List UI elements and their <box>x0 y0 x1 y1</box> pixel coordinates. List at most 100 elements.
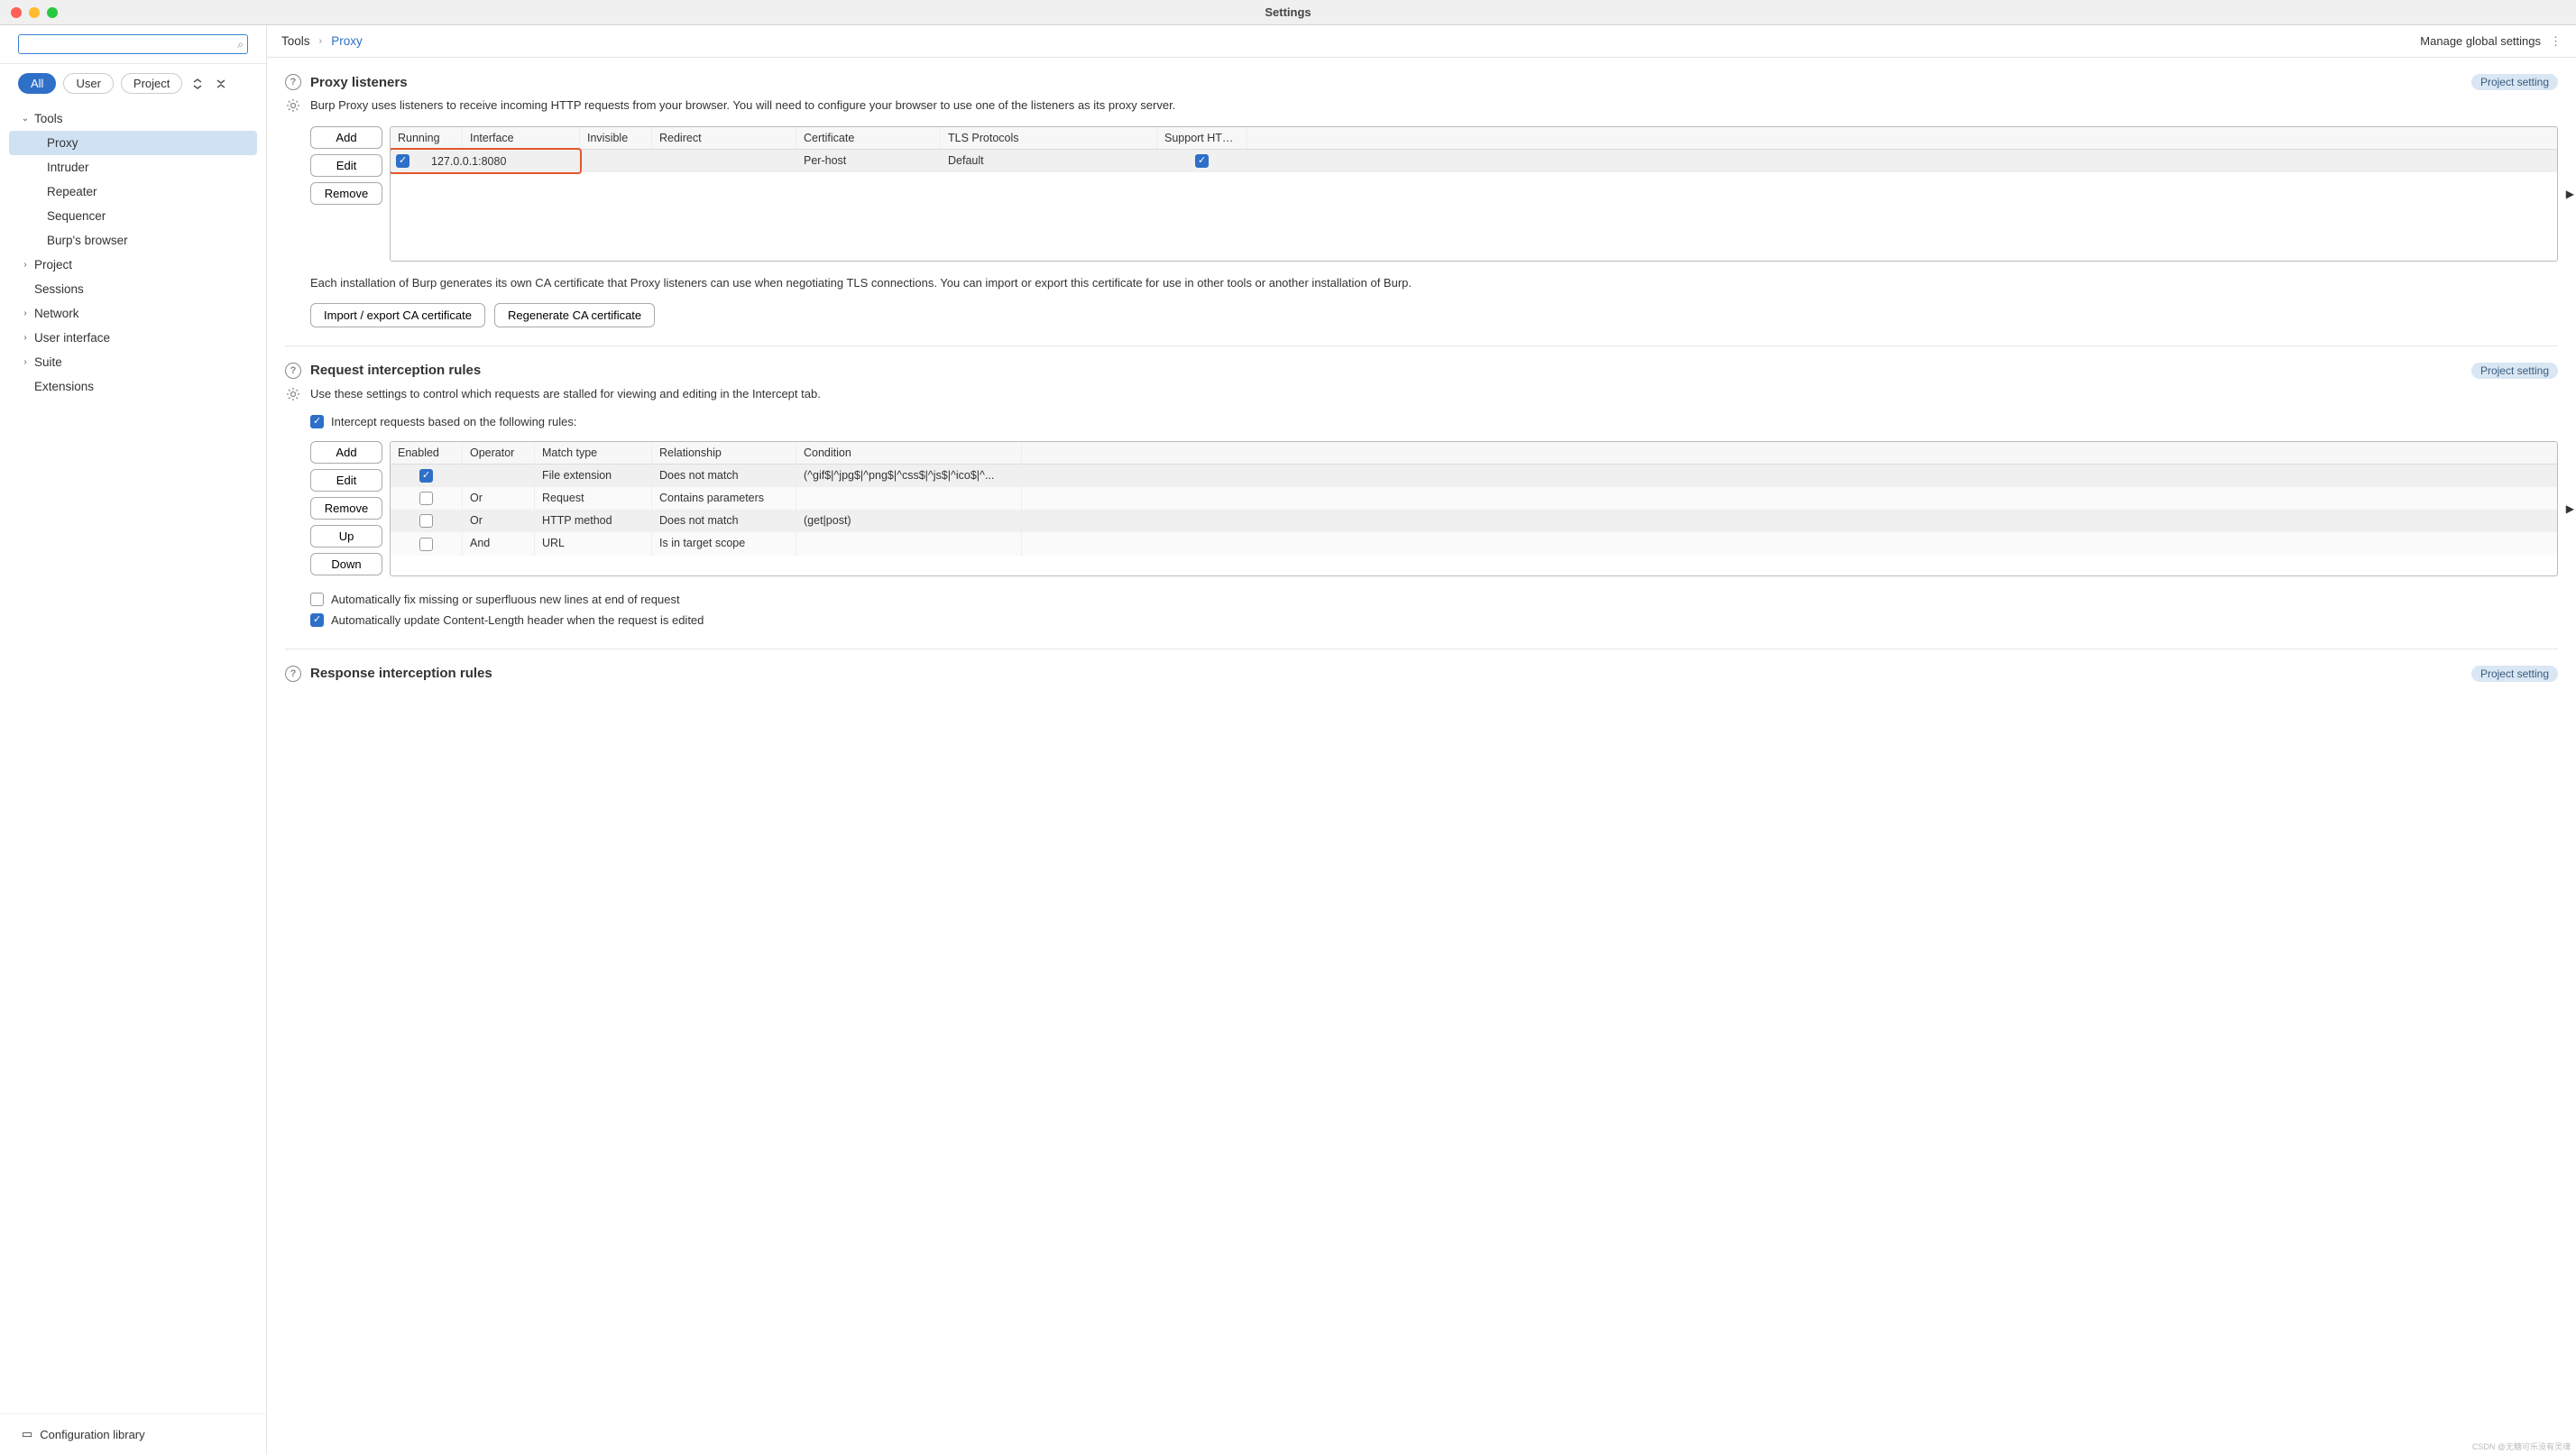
col-invisible[interactable]: Invisible <box>580 127 652 149</box>
rule-condition <box>796 487 1022 510</box>
auto-fix-newlines-checkbox[interactable] <box>310 593 324 606</box>
auto-content-length-checkbox[interactable] <box>310 613 324 627</box>
sidebar-item-network[interactable]: ›Network <box>0 301 266 326</box>
add-listener-button[interactable]: Add <box>310 126 382 149</box>
filter-all[interactable]: All <box>18 73 56 94</box>
rule-match: File extension <box>535 465 652 487</box>
sidebar-item-sessions[interactable]: Sessions <box>0 277 266 301</box>
rules-table[interactable]: Enabled Operator Match type Relationship… <box>390 441 2558 576</box>
setting-scope-badge: Project setting <box>2471 74 2558 90</box>
sidebar-item-burps-browser[interactable]: Burp's browser <box>0 228 266 253</box>
move-down-button[interactable]: Down <box>310 553 382 575</box>
rule-relationship: Is in target scope <box>652 532 796 555</box>
table-row[interactable]: 127.0.0.1:8080 Per-host Default <box>391 150 2557 172</box>
search-box[interactable]: ⌕ <box>18 34 248 54</box>
expand-table-icon[interactable]: ▶ <box>2566 502 2574 515</box>
rule-relationship: Contains parameters <box>652 487 796 510</box>
regenerate-ca-button[interactable]: Regenerate CA certificate <box>494 303 655 327</box>
rule-enabled-checkbox[interactable] <box>419 514 433 528</box>
running-checkbox[interactable] <box>396 154 409 168</box>
col-operator[interactable]: Operator <box>463 442 535 464</box>
breadcrumb-leaf[interactable]: Proxy <box>331 34 363 48</box>
sidebar: ⌕ All User Project ⌄Tools Proxy Intruder… <box>0 25 267 1454</box>
sidebar-item-label: Extensions <box>34 380 94 393</box>
section-request-interception: ? Request interception rules Project set… <box>285 346 2558 649</box>
rule-enabled-checkbox[interactable] <box>419 538 433 551</box>
sidebar-item-proxy[interactable]: Proxy <box>9 131 257 155</box>
col-interface[interactable]: Interface <box>463 127 580 149</box>
sidebar-item-tools[interactable]: ⌄Tools <box>0 106 266 131</box>
col-running[interactable]: Running <box>391 127 463 149</box>
help-icon[interactable]: ? <box>285 74 301 90</box>
rule-relationship: Does not match <box>652 465 796 487</box>
minimize-window[interactable] <box>29 7 40 18</box>
redirect-value <box>652 150 796 172</box>
sidebar-item-label: Network <box>34 307 79 320</box>
rule-match: HTTP method <box>535 510 652 532</box>
edit-rule-button[interactable]: Edit <box>310 469 382 492</box>
window-controls <box>0 7 58 18</box>
expand-all-icon[interactable] <box>189 76 206 92</box>
collapse-all-icon[interactable] <box>213 76 229 92</box>
search-input[interactable] <box>23 38 237 51</box>
sidebar-item-label: Repeater <box>47 185 97 198</box>
table-row[interactable]: Or Request Contains parameters <box>391 487 2557 510</box>
section-proxy-listeners: ? Proxy listeners Project setting Burp P… <box>285 58 2558 346</box>
expand-table-icon[interactable]: ▶ <box>2566 188 2574 200</box>
sidebar-item-label: Sessions <box>34 282 84 296</box>
col-condition[interactable]: Condition <box>796 442 1022 464</box>
table-row[interactable]: File extension Does not match (^gif$|^jp… <box>391 465 2557 487</box>
col-tls[interactable]: TLS Protocols <box>941 127 1157 149</box>
gear-icon[interactable] <box>285 386 301 402</box>
chevron-right-icon: › <box>319 36 323 47</box>
breadcrumb-root[interactable]: Tools <box>281 34 310 48</box>
sidebar-item-repeater[interactable]: Repeater <box>0 179 266 204</box>
sidebar-item-label: Project <box>34 258 72 271</box>
move-up-button[interactable]: Up <box>310 525 382 548</box>
col-enabled[interactable]: Enabled <box>391 442 463 464</box>
settings-tree: ⌄Tools Proxy Intruder Repeater Sequencer… <box>0 103 266 1410</box>
sidebar-item-ui[interactable]: ›User interface <box>0 326 266 350</box>
config-library-label: Configuration library <box>40 1428 144 1441</box>
table-row[interactable]: And URL Is in target scope <box>391 532 2557 555</box>
setting-scope-badge: Project setting <box>2471 363 2558 379</box>
sidebar-item-label: Sequencer <box>47 209 106 223</box>
breadcrumb: Tools › Proxy <box>281 34 363 48</box>
interface-value: 127.0.0.1:8080 <box>431 155 506 168</box>
manage-global-settings[interactable]: Manage global settings <box>2420 34 2541 48</box>
import-export-ca-button[interactable]: Import / export CA certificate <box>310 303 485 327</box>
help-icon[interactable]: ? <box>285 363 301 379</box>
help-icon[interactable]: ? <box>285 666 301 682</box>
edit-listener-button[interactable]: Edit <box>310 154 382 177</box>
sidebar-item-extensions[interactable]: Extensions <box>0 374 266 399</box>
close-window[interactable] <box>11 7 22 18</box>
gear-icon[interactable] <box>285 97 301 114</box>
rule-enabled-checkbox[interactable] <box>419 469 433 483</box>
auto-fix-label: Automatically fix missing or superfluous… <box>331 593 680 606</box>
listeners-table[interactable]: Running Interface Invisible Redirect Cer… <box>390 126 2558 262</box>
section-description: Use these settings to control which requ… <box>310 386 821 402</box>
intercept-master-checkbox[interactable] <box>310 415 324 428</box>
table-row[interactable]: Or HTTP method Does not match (get|post) <box>391 510 2557 532</box>
rule-enabled-checkbox[interactable] <box>419 492 433 505</box>
col-redirect[interactable]: Redirect <box>652 127 796 149</box>
sidebar-item-project[interactable]: ›Project <box>0 253 266 277</box>
http2-checkbox[interactable] <box>1195 154 1209 168</box>
col-certificate[interactable]: Certificate <box>796 127 941 149</box>
rule-operator: Or <box>463 487 535 510</box>
sidebar-item-intruder[interactable]: Intruder <box>0 155 266 179</box>
section-title: Request interception rules <box>310 363 481 378</box>
add-rule-button[interactable]: Add <box>310 441 382 464</box>
col-relationship[interactable]: Relationship <box>652 442 796 464</box>
remove-listener-button[interactable]: Remove <box>310 182 382 205</box>
filter-project[interactable]: Project <box>121 73 182 94</box>
maximize-window[interactable] <box>47 7 58 18</box>
kebab-icon[interactable]: ⋮ <box>2550 34 2562 49</box>
sidebar-item-suite[interactable]: ›Suite <box>0 350 266 374</box>
configuration-library[interactable]: ▭ Configuration library <box>0 1413 266 1454</box>
sidebar-item-sequencer[interactable]: Sequencer <box>0 204 266 228</box>
col-http2[interactable]: Support HTTP/2 <box>1157 127 1247 149</box>
filter-user[interactable]: User <box>63 73 113 94</box>
col-match[interactable]: Match type <box>535 442 652 464</box>
remove-rule-button[interactable]: Remove <box>310 497 382 520</box>
